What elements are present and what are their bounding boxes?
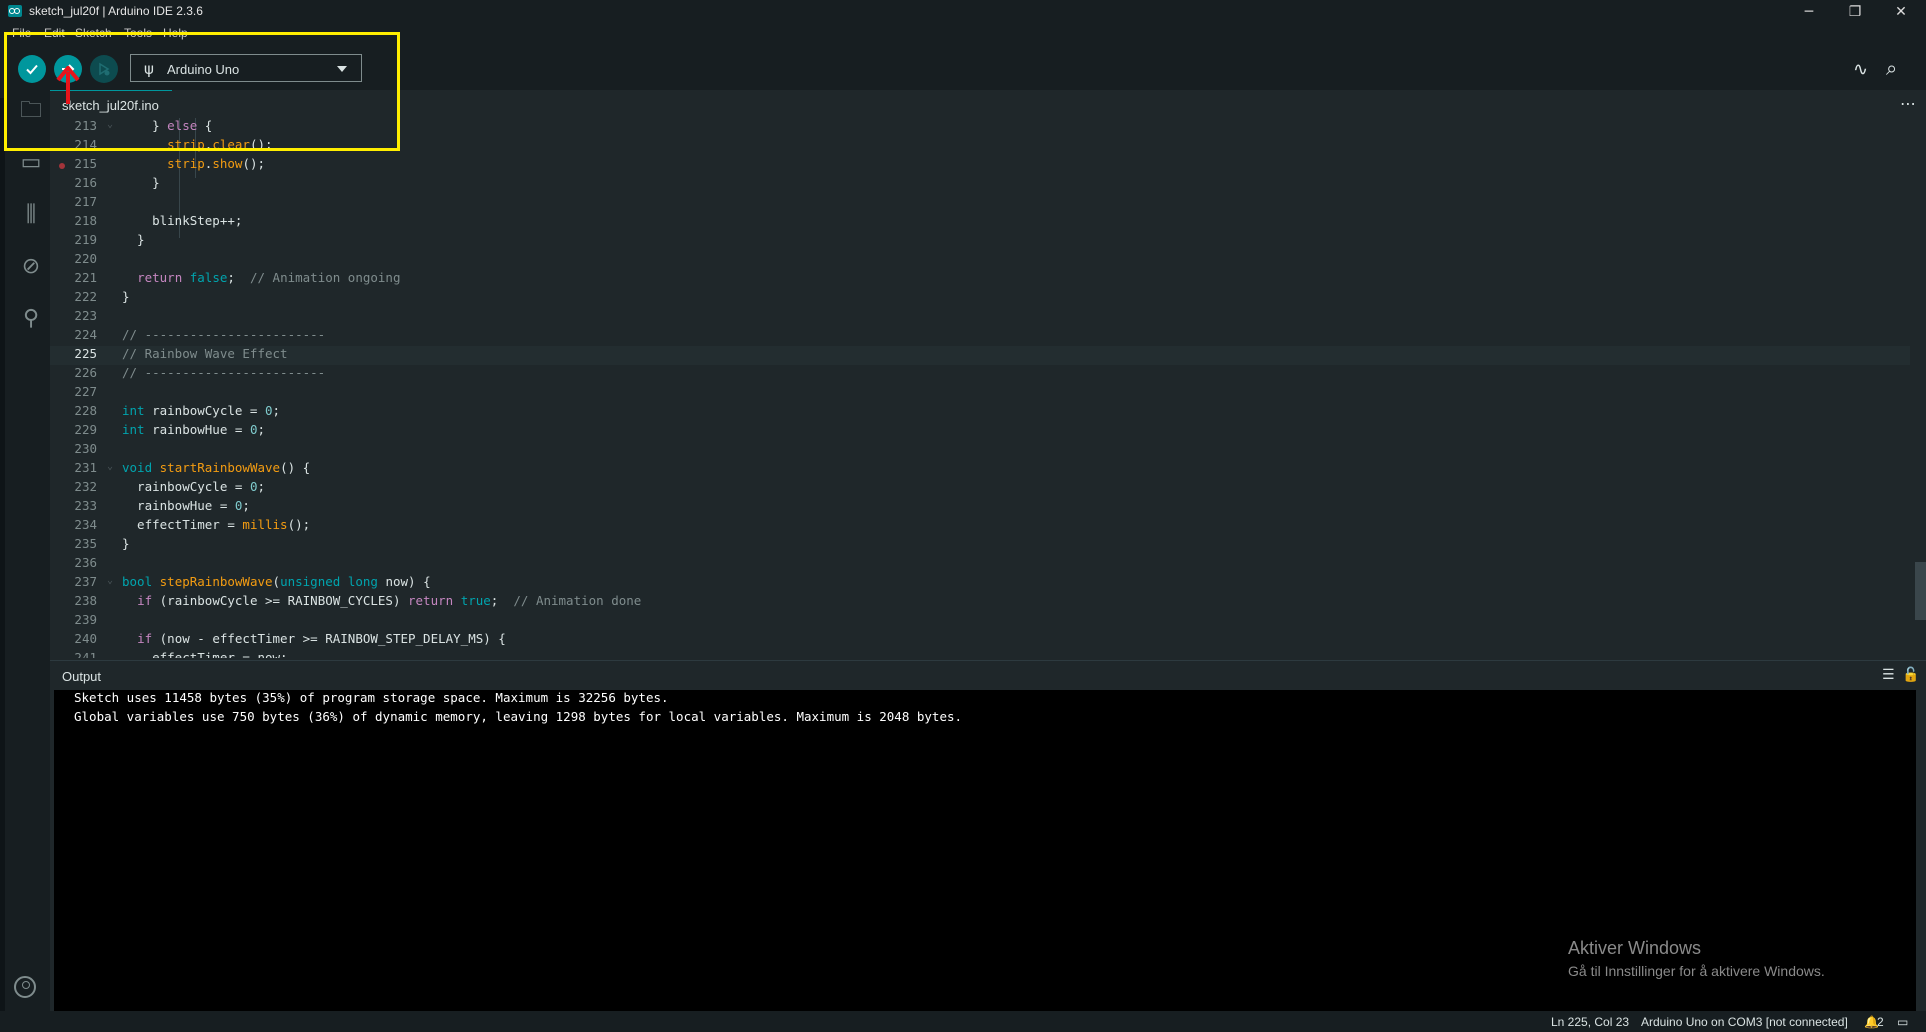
activity-bar: 🗀 ▭ ⫼ ⊘ ⚲ <box>0 98 50 1011</box>
board-status[interactable]: Arduino Uno on COM3 [not connected] <box>1641 1015 1848 1029</box>
code-line: 224// ------------------------ <box>74 327 326 342</box>
search-icon[interactable]: ⚲ <box>18 306 44 332</box>
output-line: Global variables use 750 bytes (36%) of … <box>74 709 963 724</box>
status-bar: Ln 225, Col 23 Arduino Uno on COM3 [not … <box>0 1011 1926 1032</box>
code-line: 238 if (rainbowCycle >= RAINBOW_CYCLES) … <box>74 593 642 608</box>
code-line: 227 <box>74 384 97 399</box>
windows-activation-title: Aktiver Windows <box>1568 938 1702 958</box>
code-line-current: 225// Rainbow Wave Effect <box>50 346 1910 365</box>
code-line: 235} <box>74 536 130 551</box>
title-bar: sketch_jul20f | Arduino IDE 2.3.6 ─ ❐ ✕ <box>0 0 1926 23</box>
account-icon[interactable] <box>14 976 36 998</box>
red-arrow-annotation <box>56 66 80 104</box>
serial-plotter-icon[interactable]: ∿ <box>1853 59 1868 80</box>
output-line: Sketch uses 11458 bytes (35%) of program… <box>74 690 669 705</box>
window-title: sketch_jul20f | Arduino IDE 2.3.6 <box>29 4 203 18</box>
code-line: 232 rainbowCycle = 0; <box>74 479 265 494</box>
code-line: 239 <box>74 612 97 627</box>
code-line: 236 <box>74 555 97 570</box>
code-line: 219 } <box>74 232 145 247</box>
minimize-button[interactable]: ─ <box>1786 0 1832 23</box>
code-line: 229 int rainbowHue = 0; <box>74 422 265 437</box>
clear-output-icon[interactable]: ☰ <box>1882 667 1895 683</box>
cursor-position[interactable]: Ln 225, Col 23 <box>1551 1015 1629 1029</box>
code-line: 217 <box>74 194 97 209</box>
code-line: 233 rainbowHue = 0; <box>74 498 250 513</box>
code-line: 237 ⌄ bool stepRainbowWave(unsigned long n… <box>74 574 431 589</box>
code-line: 223 <box>74 308 97 323</box>
serial-monitor-icon[interactable]: ⌕ <box>1886 56 1897 80</box>
code-line: 241 effectTimer = now; <box>74 650 288 658</box>
code-line: 230 <box>74 441 97 456</box>
code-line: 231 ⌄ void startRainbowWave() { <box>74 460 311 475</box>
debug-sidebar-icon[interactable]: ⊘ <box>18 254 44 280</box>
output-header: Output ☰ 🔓 <box>50 660 1926 691</box>
code-line: 226// ------------------------ <box>74 365 326 380</box>
code-line: 215 strip.show(); <box>50 156 1910 175</box>
code-editor[interactable]: 213 ⌄ } else { 214 strip.clear(); 215 str… <box>50 118 1926 658</box>
board-manager-icon[interactable]: ▭ <box>18 150 44 176</box>
more-options-icon[interactable]: ⋯ <box>1900 94 1916 113</box>
close-button[interactable]: ✕ <box>1878 0 1924 23</box>
maximize-button[interactable]: ❐ <box>1832 0 1878 23</box>
code-line: 220 <box>74 251 97 266</box>
code-line: 228 int rainbowCycle = 0; <box>74 403 281 418</box>
code-line: 218 blinkStep++; <box>74 213 243 228</box>
windows-activation-subtitle: Gå til Innstillinger for å aktivere Wind… <box>1568 963 1825 979</box>
panel-toggle-icon[interactable]: ▭ <box>1897 1015 1908 1029</box>
code-line: 216 } <box>74 175 160 190</box>
code-line: 222} <box>74 289 130 304</box>
notification-count[interactable]: 2 <box>1877 1015 1884 1029</box>
arduino-logo-icon <box>8 5 22 17</box>
lock-icon[interactable]: 🔓 <box>1902 667 1919 683</box>
library-manager-icon[interactable]: ⫼ <box>18 202 44 228</box>
output-title: Output <box>62 669 102 684</box>
code-line: 234 effectTimer = millis(); <box>74 517 311 532</box>
code-line: 221 return false; // Animation ongoing <box>74 270 401 285</box>
code-line: 240 if (now - effectTimer >= RAINBOW_STE… <box>74 631 506 646</box>
output-console: Sketch uses 11458 bytes (35%) of program… <box>54 690 1916 1011</box>
editor-scrollbar[interactable] <box>1915 562 1926 620</box>
